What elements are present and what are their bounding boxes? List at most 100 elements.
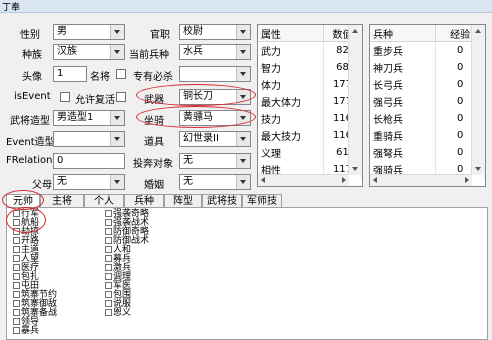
general-model-value: 男造型1 [57,112,94,123]
attributes-header-name[interactable]: 属性 [258,25,324,42]
table-row[interactable]: 武力 82 [258,41,362,59]
scroll-left-icon[interactable] [373,177,377,183]
skill-checkbox[interactable] [13,300,20,307]
scroll-up-icon[interactable] [352,29,358,33]
skill-checkbox[interactable] [105,210,112,217]
skill-checkbox[interactable] [13,291,20,298]
skill-checkbox[interactable] [13,210,20,217]
scroll-down-icon[interactable] [352,167,358,171]
skill-checkbox[interactable] [105,228,112,235]
frelation-label: FRelation [6,155,53,166]
father-select[interactable]: 无 [53,174,125,190]
chevron-down-icon[interactable] [110,25,124,39]
table-row[interactable]: 最大技力 116 [258,127,362,144]
skill-checkbox[interactable] [105,309,112,316]
skill-checkbox[interactable] [105,291,112,298]
skill-checkbox[interactable] [13,246,20,253]
troops-horizontal-scrollbar[interactable] [370,174,472,186]
name-card-checkbox[interactable] [116,69,126,79]
chevron-down-icon[interactable] [236,67,250,81]
event-model-select[interactable] [53,131,125,147]
frelation-input[interactable]: 0 [53,153,125,169]
troops-vertical-scrollbar[interactable] [471,25,485,175]
scroll-up-icon[interactable] [475,29,481,33]
table-row[interactable]: 重骑兵 0 [370,127,485,144]
skill-checkbox[interactable] [13,219,20,226]
tab-general[interactable]: 主将 [40,194,84,208]
skill-checkbox[interactable] [105,273,112,280]
skill-checkbox[interactable] [13,273,20,280]
table-row[interactable]: 重步兵 0 [370,41,485,59]
skill-checkbox[interactable] [13,255,20,262]
skill-checkbox[interactable] [13,309,20,316]
tab-strategist-skill[interactable]: 军师技 [242,194,282,208]
table-row[interactable]: 技力 116 [258,110,362,127]
scroll-right-icon[interactable] [465,177,469,183]
table-row[interactable]: 体力 177 [258,76,362,93]
weapon-select[interactable]: 铜长刀 [179,89,251,105]
skill-list-pane[interactable]: 行军 航船 劫掠 开路 主道 人望 医疗 包扎 屯田 筑寨节约 筑寨御敌 筑寨备… [6,207,488,340]
tab-general-skill[interactable]: 武将技 [202,194,242,208]
tab-marshal[interactable]: 元帅 [6,194,40,208]
skill-checkbox[interactable] [105,264,112,271]
chevron-down-icon[interactable] [236,132,250,146]
scroll-left-icon[interactable] [261,177,265,183]
tab-formation[interactable]: 阵型 [164,194,202,208]
skill-checkbox[interactable] [13,282,20,289]
surrender-select[interactable]: 无 [179,153,251,169]
table-row[interactable]: 义理 61 [258,144,362,161]
attributes-horizontal-scrollbar[interactable] [258,174,349,186]
troops-header-name[interactable]: 兵种 [370,25,437,42]
gender-select[interactable]: 男 [53,24,125,40]
chevron-down-icon[interactable] [110,45,124,59]
chevron-down-icon[interactable] [236,154,250,168]
item-select[interactable]: 幻世录II [179,131,251,147]
skill-checkbox[interactable] [105,300,112,307]
race-select[interactable]: 汉族 [53,44,125,60]
tab-troop[interactable]: 兵种 [124,194,164,208]
scroll-down-icon[interactable] [475,167,481,171]
skill-checkbox[interactable] [105,246,112,253]
chevron-down-icon[interactable] [236,90,250,104]
marriage-select[interactable]: 无 [179,174,251,190]
skill-checkbox[interactable] [13,318,20,325]
tab-personal[interactable]: 个人 [84,194,124,208]
table-row[interactable]: 最大体力 177 [258,93,362,110]
chevron-down-icon[interactable] [110,111,124,125]
skill-item[interactable]: 恩义 [105,309,131,318]
attributes-grid[interactable]: 属性 数值 武力 82 智力 68 体力 177 最大体力 177 技力 116 最大技力… [257,24,363,187]
skill-checkbox[interactable] [13,228,20,235]
skill-checkbox[interactable] [13,264,20,271]
troops-grid[interactable]: 兵种 经验 重步兵 0 神刀兵 0 长弓兵 0 强弓兵 0 长枪兵 0 重骑兵 0 强弩兵 0… [369,24,486,187]
chevron-down-icon[interactable] [236,175,250,189]
skill-checkbox[interactable] [105,237,112,244]
chevron-down-icon[interactable] [236,45,250,59]
skill-checkbox[interactable] [105,282,112,289]
portrait-input[interactable]: 1 [53,66,87,82]
attributes-vertical-scrollbar[interactable] [348,25,362,175]
chevron-down-icon[interactable] [110,132,124,146]
scroll-right-icon[interactable] [342,177,346,183]
table-row[interactable]: 神刀兵 0 [370,59,485,76]
special-kill-select[interactable] [179,66,251,82]
chevron-down-icon[interactable] [110,175,124,189]
current-troop-select[interactable]: 水兵 [179,44,251,60]
table-row[interactable]: 强弩兵 0 [370,144,485,161]
skill-checkbox[interactable] [13,327,20,334]
table-row[interactable]: 长弓兵 0 [370,76,485,93]
skill-item[interactable]: 暴兵 [13,327,39,336]
attr-name: 最大体力 [258,93,324,110]
isevent-checkbox[interactable] [60,92,70,102]
general-model-select[interactable]: 男造型1 [53,110,125,126]
official-select[interactable]: 校尉 [179,24,251,40]
table-row[interactable]: 长枪兵 0 [370,110,485,127]
chevron-down-icon[interactable] [236,111,250,125]
skill-checkbox[interactable] [105,255,112,262]
chevron-down-icon[interactable] [236,25,250,39]
skill-checkbox[interactable] [105,219,112,226]
table-row[interactable]: 强弓兵 0 [370,93,485,110]
mount-select[interactable]: 黄骠马 [179,110,251,126]
allow-resurrect-checkbox[interactable] [116,92,126,102]
table-row[interactable]: 智力 68 [258,59,362,76]
skill-checkbox[interactable] [13,237,20,244]
